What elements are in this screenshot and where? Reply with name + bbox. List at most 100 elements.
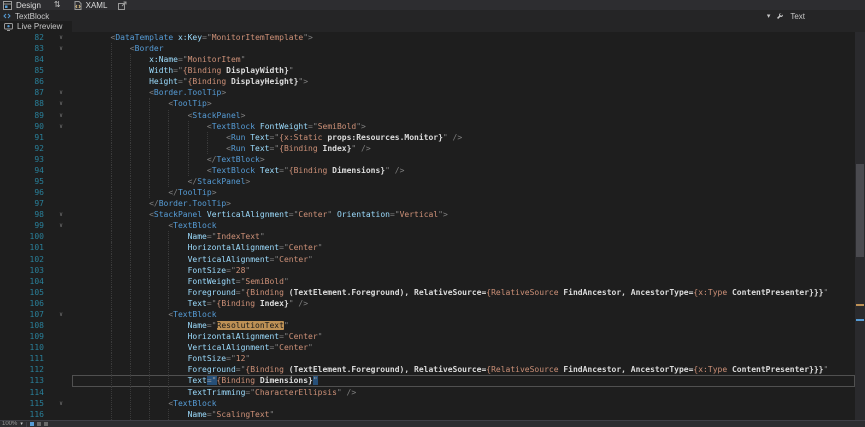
line-number[interactable]: 93 [0, 154, 50, 165]
code-line-95[interactable]: 95 </StackPanel> [0, 176, 855, 187]
code-line-97[interactable]: 97 </Border.ToolTip> [0, 198, 855, 209]
code-text[interactable]: </TextBlock> [72, 154, 855, 165]
fold-chevron-icon[interactable]: ∨ [50, 98, 72, 109]
code-text[interactable]: Name="IndexText" [72, 231, 855, 242]
code-line-87[interactable]: 87∨ <Border.ToolTip> [0, 87, 855, 98]
code-line-98[interactable]: 98∨ <StackPanel VerticalAlignment="Cente… [0, 209, 855, 220]
code-text[interactable]: <Border [72, 43, 855, 54]
fold-chevron-icon[interactable]: ∨ [50, 43, 72, 54]
code-line-104[interactable]: 104 FontWeight="SemiBold" [0, 276, 855, 287]
code-text[interactable]: <TextBlock [72, 220, 855, 231]
line-number[interactable]: 97 [0, 198, 50, 209]
code-line-83[interactable]: 83∨ <Border [0, 43, 855, 54]
code-line-100[interactable]: 100 Name="IndexText" [0, 231, 855, 242]
line-number[interactable]: 115 [0, 398, 50, 409]
line-number[interactable]: 95 [0, 176, 50, 187]
code-line-113[interactable]: 113 Text="{Binding Dimensions}" [0, 375, 855, 386]
code-text[interactable]: FontSize="12" [72, 353, 855, 364]
code-line-84[interactable]: 84 x:Name="MonitorItem" [0, 54, 855, 65]
line-number[interactable]: 92 [0, 143, 50, 154]
code-line-115[interactable]: 115∨ <TextBlock [0, 398, 855, 409]
code-line-107[interactable]: 107∨ <TextBlock [0, 309, 855, 320]
code-text[interactable]: Height="{Binding DisplayHeight}"> [72, 76, 855, 87]
popout-editor-icon[interactable] [118, 1, 127, 10]
line-number[interactable]: 102 [0, 254, 50, 265]
line-number[interactable]: 96 [0, 187, 50, 198]
fold-chevron-icon[interactable]: ∨ [50, 110, 72, 121]
line-number[interactable]: 86 [0, 76, 50, 87]
code-text[interactable]: Name="ScalingText" [72, 409, 855, 420]
line-number[interactable]: 87 [0, 87, 50, 98]
code-text[interactable]: Text="{Binding Index}" /> [72, 298, 855, 309]
code-line-90[interactable]: 90∨ <TextBlock FontWeight="SemiBold"> [0, 121, 855, 132]
code-text[interactable]: TextTrimming="CharacterEllipsis" /> [72, 387, 855, 398]
swap-panes-icon[interactable]: ⇅ [54, 1, 61, 9]
code-line-111[interactable]: 111 FontSize="12" [0, 353, 855, 364]
code-text[interactable]: HorizontalAlignment="Center" [72, 242, 855, 253]
code-line-96[interactable]: 96 </ToolTip> [0, 187, 855, 198]
vertical-scrollbar[interactable] [855, 32, 865, 420]
code-text[interactable]: <TextBlock [72, 398, 855, 409]
line-number[interactable]: 101 [0, 242, 50, 253]
code-line-110[interactable]: 110 VerticalAlignment="Center" [0, 342, 855, 353]
zoom-level[interactable]: 100% [2, 421, 17, 427]
code-line-89[interactable]: 89∨ <StackPanel> [0, 110, 855, 121]
line-number[interactable]: 113 [0, 375, 50, 386]
code-text[interactable]: HorizontalAlignment="Center" [72, 331, 855, 342]
design-tab[interactable]: Design [3, 1, 41, 10]
code-text[interactable]: <StackPanel> [72, 110, 855, 121]
fold-chevron-icon[interactable]: ∨ [50, 220, 72, 231]
code-line-109[interactable]: 109 HorizontalAlignment="Center" [0, 331, 855, 342]
breadcrumb-dropdown-icon[interactable]: ▾ [767, 13, 771, 20]
code-line-101[interactable]: 101 HorizontalAlignment="Center" [0, 242, 855, 253]
line-number[interactable]: 111 [0, 353, 50, 364]
line-number[interactable]: 85 [0, 65, 50, 76]
line-number[interactable]: 104 [0, 276, 50, 287]
fit-selection-icon[interactable] [30, 422, 34, 426]
line-number[interactable]: 88 [0, 98, 50, 109]
fold-chevron-icon[interactable]: ∨ [50, 121, 72, 132]
line-number[interactable]: 83 [0, 43, 50, 54]
zoom-dropdown-icon[interactable]: ▾ [20, 422, 23, 427]
code-text[interactable]: Name="ResolutionText" [72, 320, 855, 331]
fold-chevron-icon[interactable]: ∨ [50, 209, 72, 220]
line-number[interactable]: 90 [0, 121, 50, 132]
code-text[interactable]: <Run Text="{x:Static props:Resources.Mon… [72, 132, 855, 143]
fold-chevron-icon[interactable]: ∨ [50, 87, 72, 98]
grid-toggle-icon[interactable] [37, 422, 41, 426]
code-text[interactable]: <Run Text="{Binding Index}" /> [72, 143, 855, 154]
fold-chevron-icon[interactable]: ∨ [50, 398, 72, 409]
xaml-tab[interactable]: XAML [74, 1, 108, 10]
code-line-94[interactable]: 94 <TextBlock Text="{Binding Dimensions}… [0, 165, 855, 176]
line-number[interactable]: 91 [0, 132, 50, 143]
code-line-114[interactable]: 114 TextTrimming="CharacterEllipsis" /> [0, 387, 855, 398]
quick-edit-wrench-icon[interactable] [776, 12, 784, 20]
line-number[interactable]: 94 [0, 165, 50, 176]
code-text[interactable]: Foreground="{Binding (TextElement.Foregr… [72, 287, 855, 298]
code-line-108[interactable]: 108 Name="ResolutionText" [0, 320, 855, 331]
line-number[interactable]: 108 [0, 320, 50, 331]
code-text[interactable]: VerticalAlignment="Center" [72, 254, 855, 265]
line-number[interactable]: 98 [0, 209, 50, 220]
code-text[interactable]: <DataTemplate x:Key="MonitorItemTemplate… [72, 32, 855, 43]
code-line-85[interactable]: 85 Width="{Binding DisplayWidth}" [0, 65, 855, 76]
code-text[interactable]: Width="{Binding DisplayWidth}" [72, 65, 855, 76]
code-line-106[interactable]: 106 Text="{Binding Index}" /> [0, 298, 855, 309]
live-preview-tab[interactable]: Live Preview [0, 21, 72, 32]
line-number[interactable]: 99 [0, 220, 50, 231]
breadcrumb-element[interactable]: TextBlock [15, 12, 49, 21]
code-line-105[interactable]: 105 Foreground="{Binding (TextElement.Fo… [0, 287, 855, 298]
line-number[interactable]: 116 [0, 409, 50, 420]
code-text[interactable]: <ToolTip> [72, 98, 855, 109]
line-number[interactable]: 89 [0, 110, 50, 121]
code-text[interactable]: Text="{Binding Dimensions}" [72, 375, 855, 386]
line-number[interactable]: 110 [0, 342, 50, 353]
code-text[interactable]: <TextBlock Text="{Binding Dimensions}" /… [72, 165, 855, 176]
fold-chevron-icon[interactable]: ∨ [50, 32, 72, 43]
code-line-91[interactable]: 91 <Run Text="{x:Static props:Resources.… [0, 132, 855, 143]
code-text[interactable]: </StackPanel> [72, 176, 855, 187]
code-text[interactable]: FontSize="28" [72, 265, 855, 276]
line-number[interactable]: 109 [0, 331, 50, 342]
line-number[interactable]: 106 [0, 298, 50, 309]
line-number[interactable]: 82 [0, 32, 50, 43]
